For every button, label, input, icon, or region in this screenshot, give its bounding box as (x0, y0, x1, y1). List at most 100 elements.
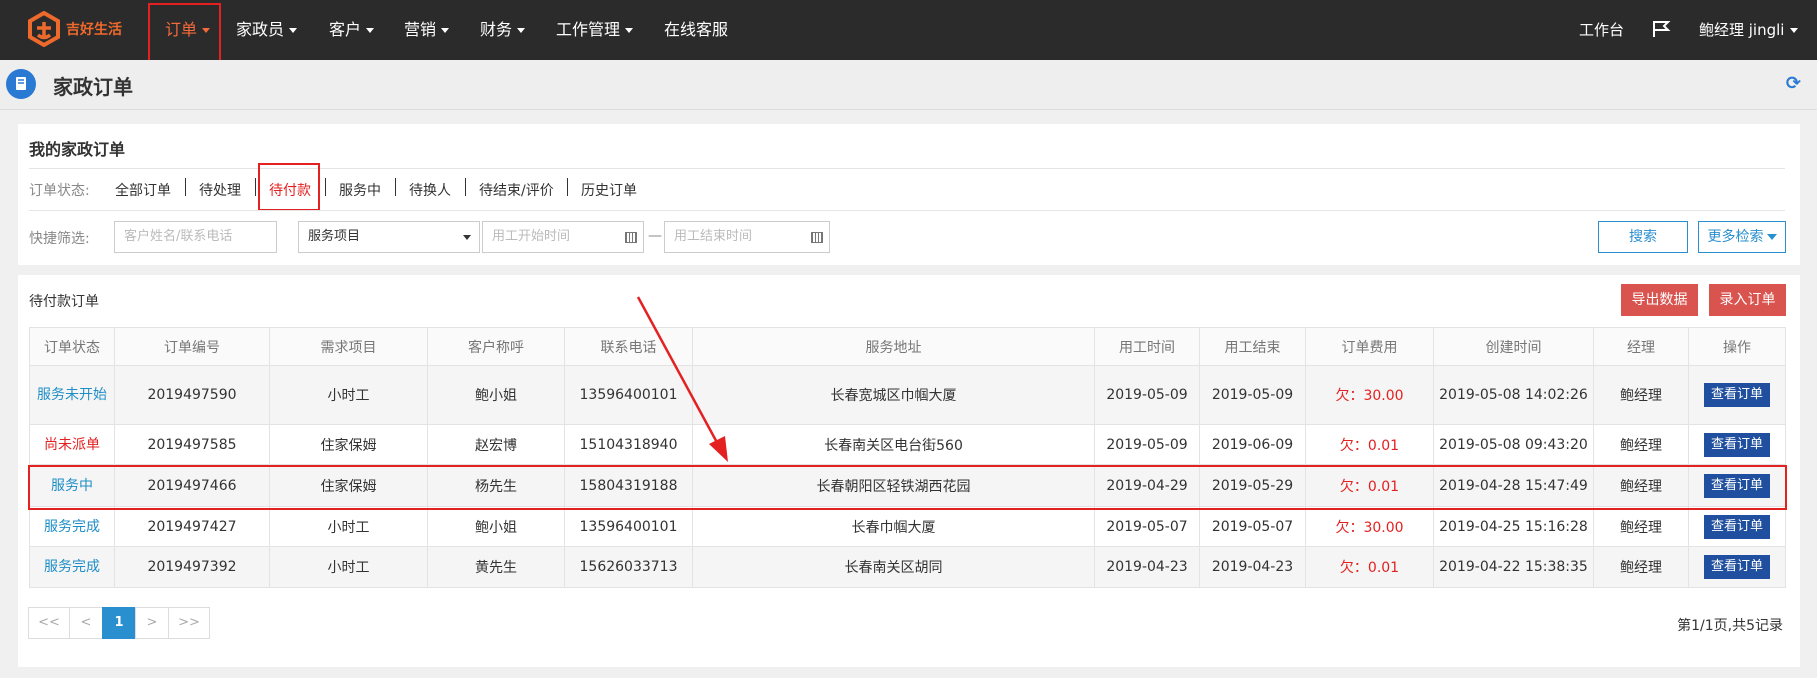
column-header: 用工时间 (1094, 327, 1200, 366)
last-page-button[interactable]: >> (168, 607, 210, 639)
divider (567, 178, 568, 196)
service-item-select[interactable]: 服务项目 (298, 221, 480, 253)
order-status[interactable]: 服务中 (29, 464, 115, 507)
order-status[interactable]: 服务完成 (29, 506, 115, 547)
address: 长春巾帼大厦 (692, 506, 1095, 547)
nav-workbench[interactable]: 工作台 (1579, 0, 1624, 60)
action-cell: 查看订单 (1688, 424, 1786, 465)
divider (465, 178, 466, 196)
order-status[interactable]: 服务完成 (29, 546, 115, 588)
brand-logo[interactable]: 吉好生活 (26, 11, 122, 47)
order-fee: 欠：0.01 (1305, 546, 1434, 588)
column-header: 客户称呼 (427, 327, 565, 366)
status-awaiting-completion[interactable]: 待结束/评价 (479, 180, 554, 200)
status-history[interactable]: 历史订单 (581, 180, 637, 200)
start-date: 2019-05-09 (1094, 365, 1200, 425)
nav-housekeepers[interactable]: 家政员 (236, 0, 298, 60)
divider (29, 168, 1785, 169)
nav-customers-label: 客户 (329, 20, 362, 39)
view-order-button[interactable]: 查看订单 (1704, 473, 1770, 498)
service-item: 小时工 (269, 546, 428, 588)
manager: 鲍经理 (1593, 464, 1689, 507)
order-status[interactable]: 尚未派单 (29, 424, 115, 465)
prev-page-button[interactable]: < (69, 607, 103, 639)
service-item-select-value: 服务项目 (308, 229, 361, 244)
customer-search-input[interactable]: 客户姓名/联系电话 (114, 221, 277, 253)
caret-down-icon (517, 28, 526, 33)
calendar-icon[interactable] (625, 232, 637, 243)
filter-panel: 我的家政订单 订单状态: 全部订单 待处理 待付款 服务中 待换人 待结束/评价… (18, 124, 1800, 265)
export-data-button[interactable]: 导出数据 (1621, 284, 1698, 316)
caret-down-icon (202, 28, 211, 33)
created-time: 2019-04-25 15:16:28 (1433, 506, 1594, 547)
action-cell: 查看订单 (1688, 365, 1786, 425)
order-status-label: 订单状态: (29, 183, 90, 199)
caret-down-icon (625, 28, 634, 33)
view-order-button[interactable]: 查看订单 (1704, 383, 1770, 407)
search-button[interactable]: 搜索 (1598, 221, 1688, 253)
view-order-button[interactable]: 查看订单 (1704, 432, 1770, 457)
flag-icon[interactable] (1652, 20, 1672, 38)
status-all-orders[interactable]: 全部订单 (115, 180, 171, 200)
next-page-button[interactable]: > (135, 607, 169, 639)
status-pending[interactable]: 待处理 (199, 180, 241, 200)
service-item: 住家保姆 (269, 424, 428, 465)
order-id: 2019497590 (114, 365, 270, 425)
brand-name: 吉好生活 (66, 22, 122, 38)
status-awaiting-payment[interactable]: 待付款 (269, 180, 311, 200)
add-order-button[interactable]: 录入订单 (1709, 284, 1786, 316)
view-order-button[interactable]: 查看订单 (1704, 555, 1770, 579)
service-item: 住家保姆 (269, 464, 428, 507)
start-date: 2019-05-09 (1094, 424, 1200, 465)
pagination: << < 1 > >> (28, 607, 210, 639)
column-header: 创建时间 (1433, 327, 1594, 366)
customer-name: 鲍小姐 (427, 365, 565, 425)
date-range-separator: — (648, 228, 662, 244)
manager: 鲍经理 (1593, 424, 1689, 465)
column-header: 联系电话 (564, 327, 693, 366)
start-date: 2019-04-23 (1094, 546, 1200, 588)
phone: 13596400101 (564, 506, 693, 547)
order-status[interactable]: 服务未开始 (29, 365, 115, 425)
end-date-placeholder: 用工结束时间 (674, 229, 753, 244)
column-header: 订单状态 (29, 327, 115, 366)
start-date-input[interactable]: 用工开始时间 (482, 221, 644, 253)
nav-orders-label: 订单 (165, 20, 198, 39)
table-row: 服务未开始 2019497590 小时工 鲍小姐 13596400101 长春宽… (29, 365, 1786, 425)
table-header-row: 订单状态 订单编号 需求项目 客户称呼 联系电话 服务地址 用工时间 用工结束 … (29, 327, 1786, 366)
nav-finance[interactable]: 财务 (480, 0, 526, 60)
end-date-input[interactable]: 用工结束时间 (664, 221, 830, 253)
caret-down-icon (366, 28, 375, 33)
view-order-button[interactable]: 查看订单 (1704, 514, 1770, 539)
nav-online-service[interactable]: 在线客服 (664, 0, 728, 60)
page-1-button[interactable]: 1 (102, 607, 136, 639)
end-date: 2019-05-07 (1199, 506, 1306, 547)
status-in-service[interactable]: 服务中 (339, 180, 381, 200)
more-search-button[interactable]: 更多检索 (1698, 221, 1786, 253)
user-name: 鲍经理 jingli (1699, 21, 1785, 39)
first-page-button[interactable]: << (28, 607, 70, 639)
nav-work-management[interactable]: 工作管理 (556, 0, 634, 60)
created-time: 2019-04-22 15:38:35 (1433, 546, 1594, 588)
caret-down-icon (289, 28, 298, 33)
calendar-icon[interactable] (811, 232, 823, 243)
column-header: 操作 (1688, 327, 1786, 366)
manager: 鲍经理 (1593, 365, 1689, 425)
caret-down-icon (463, 235, 471, 240)
nav-marketing[interactable]: 营销 (404, 0, 450, 60)
created-time: 2019-05-08 09:43:20 (1433, 424, 1594, 465)
nav-customers[interactable]: 客户 (329, 0, 375, 60)
table-row: 尚未派单 2019497585 住家保姆 赵宏博 15104318940 长春南… (29, 424, 1786, 465)
column-header: 用工结束 (1199, 327, 1306, 366)
nav-orders[interactable]: 订单 (165, 0, 211, 60)
refresh-icon[interactable]: ⟳ (1786, 73, 1801, 94)
orders-panel: 待付款订单 导出数据 录入订单 订单状态 订单编号 需求项目 客户称呼 联系电话… (18, 275, 1800, 667)
created-time: 2019-04-28 15:47:49 (1433, 464, 1594, 507)
address: 长春南关区胡同 (692, 546, 1095, 588)
order-fee: 欠：0.01 (1305, 464, 1434, 507)
page-title: 家政订单 (53, 75, 133, 99)
page-header: 家政订单 ⟳ (0, 60, 1817, 110)
status-awaiting-replacement[interactable]: 待换人 (409, 180, 451, 200)
user-menu[interactable]: 鲍经理 jingli (1699, 0, 1799, 60)
divider (325, 178, 326, 196)
